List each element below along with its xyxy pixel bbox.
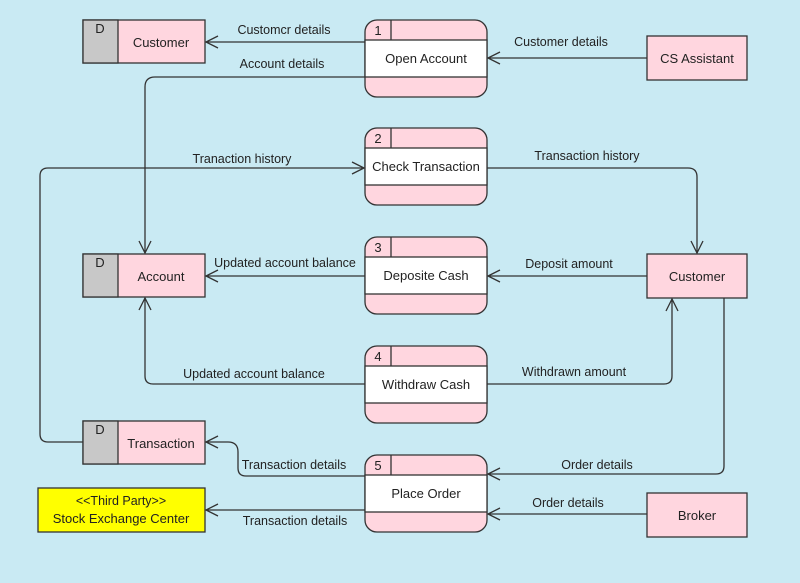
data-store-customer[interactable]: D Customer: [82, 19, 206, 64]
data-flow-diagram: Customcr details Customer details Accoun…: [37, 19, 748, 538]
process-name: Place Order: [391, 486, 461, 501]
store-name: Customer: [133, 35, 190, 50]
flow-label: Tranaction history: [193, 152, 293, 166]
flow-label: Order details: [561, 458, 633, 472]
process-check-transaction[interactable]: 2 Check Transaction: [364, 127, 488, 206]
external-broker[interactable]: Broker: [646, 492, 748, 538]
external-customer[interactable]: Customer: [646, 253, 748, 299]
flow-transaction-history[interactable]: [487, 167, 697, 253]
process-withdraw-cash[interactable]: 4Withdraw Cash: [364, 345, 488, 424]
entity-name: Broker: [678, 508, 717, 523]
external-cs-assistant[interactable]: CS Assistant: [646, 35, 748, 81]
process-number: 1: [374, 23, 381, 38]
process-name: Deposite Cash: [383, 268, 468, 283]
process-name: Check Transaction: [372, 159, 480, 174]
entity-stereotype: <<Third Party>>: [76, 494, 166, 508]
flow-label: Customer details: [514, 35, 608, 49]
process-name: Open Account: [385, 51, 467, 66]
process-place-order[interactable]: 5 Place Order: [364, 454, 488, 533]
flow-label: Customcr details: [237, 23, 330, 37]
entity-name: CS Assistant: [660, 51, 734, 66]
flow-label: Updated account balance: [183, 367, 325, 381]
store-name: Account: [138, 269, 185, 284]
flow-label: Transaction details: [243, 514, 347, 528]
store-name: Transaction: [127, 436, 194, 451]
flow-label: Order details: [532, 496, 604, 510]
flow-label: Updated account balance: [214, 256, 356, 270]
flow-tranaction-history[interactable]: [39, 168, 364, 443]
store-id: D: [95, 422, 104, 437]
process-name: Withdraw Cash: [382, 377, 470, 392]
process-open-account[interactable]: 1 Open Account: [364, 19, 488, 98]
flow-label: Deposit amount: [525, 257, 613, 271]
process-number: 5: [374, 458, 381, 473]
flow-label: Withdrawn amount: [522, 365, 627, 379]
flow-order-details-customer[interactable]: [488, 298, 725, 474]
flow-label: Transaction history: [534, 149, 640, 163]
process-number: 4: [374, 349, 381, 364]
entity-name: Stock Exchange Center: [53, 511, 190, 526]
store-id: D: [95, 255, 104, 270]
process-number: 3: [374, 240, 381, 255]
data-store-transaction[interactable]: D Transaction: [82, 420, 206, 465]
data-store-account[interactable]: D Account: [82, 253, 206, 298]
external-stock-exchange-center[interactable]: <<Third Party>> Stock Exchange Center: [37, 487, 206, 533]
store-id: D: [95, 21, 104, 36]
process-deposite-cash[interactable]: 3Deposite Cash: [364, 236, 488, 315]
flow-label: Transaction details: [242, 458, 346, 472]
flow-label: Account details: [240, 57, 325, 71]
process-number: 2: [374, 131, 381, 146]
entity-name: Customer: [669, 269, 726, 284]
